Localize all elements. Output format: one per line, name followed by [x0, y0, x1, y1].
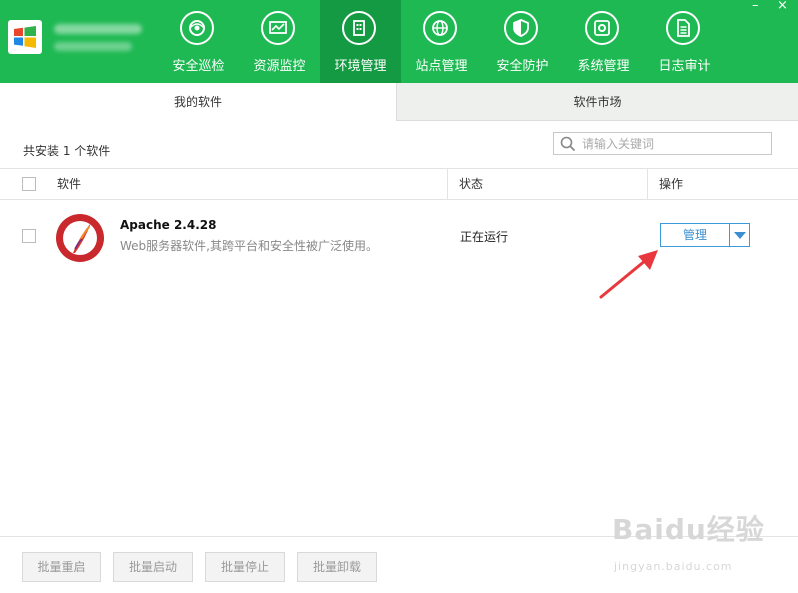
nav-system-management[interactable]: 系统管理: [563, 0, 644, 83]
select-all-checkbox[interactable]: [22, 177, 36, 191]
column-action: 操作: [659, 177, 684, 191]
manage-button[interactable]: 管理: [661, 224, 729, 246]
close-button[interactable]: ×: [777, 0, 788, 12]
gear-icon: [585, 11, 619, 45]
column-divider: [647, 169, 648, 199]
software-description: Web服务器软件,其跨平台和安全性被广泛使用。: [120, 239, 378, 253]
batch-uninstall-button[interactable]: 批量卸载: [297, 552, 377, 582]
nav-security-protection[interactable]: 安全防护: [482, 0, 563, 83]
monitor-icon: [261, 11, 295, 45]
shield-eye-icon: [180, 11, 214, 45]
main-nav: 安全巡检 资源监控 环境管理 站点管理 安全防护 系统管理 日志审计: [158, 0, 725, 83]
chevron-down-icon[interactable]: [730, 224, 749, 246]
column-divider: [447, 169, 448, 199]
batch-stop-button[interactable]: 批量停止: [205, 552, 285, 582]
column-software: 软件: [57, 177, 82, 191]
nav-security-inspection[interactable]: 安全巡检: [158, 0, 239, 83]
apache-feather-icon: [55, 213, 105, 266]
nav-label: 日志审计: [658, 59, 711, 74]
shield-icon: [504, 11, 538, 45]
table-header: 软件 状态 操作: [0, 168, 798, 200]
batch-start-button[interactable]: 批量启动: [113, 552, 193, 582]
nav-log-audit[interactable]: 日志审计: [644, 0, 725, 83]
batch-restart-button[interactable]: 批量重启: [22, 552, 101, 582]
tab-software-market[interactable]: 软件市场: [396, 83, 798, 121]
install-count: 共安装 1 个软件: [23, 144, 111, 158]
windows-logo-icon: [8, 20, 42, 54]
document-icon: [666, 11, 700, 45]
search-input[interactable]: [582, 135, 766, 152]
nav-label: 环境管理: [334, 59, 387, 74]
table-row: Apache 2.4.28 Web服务器软件,其跨平台和安全性被广泛使用。 正在…: [0, 200, 798, 270]
column-status: 状态: [459, 177, 484, 191]
red-arrow-annotation: [599, 250, 658, 299]
nav-label: 安全巡检: [172, 59, 225, 74]
nav-label: 资源监控: [253, 59, 306, 74]
server-name-blurred: [54, 24, 142, 34]
nav-label: 系统管理: [577, 59, 630, 74]
search-icon: [560, 136, 576, 155]
server-ip-blurred: [54, 42, 132, 51]
tab-my-software[interactable]: 我的软件: [0, 83, 396, 121]
search-box: [553, 132, 772, 155]
app-header: 安全巡检 资源监控 环境管理 站点管理 安全防护 系统管理 日志审计 – ×: [0, 0, 798, 83]
nav-label: 站点管理: [415, 59, 468, 74]
minimize-button[interactable]: –: [752, 0, 759, 12]
nav-environment-management[interactable]: 环境管理: [320, 0, 401, 83]
watermark-url: jingyan.baidu.com: [614, 560, 733, 573]
tab-bar: 我的软件 软件市场: [0, 83, 798, 121]
nav-label: 安全防护: [496, 59, 549, 74]
manage-split-button: 管理: [660, 223, 750, 247]
row-checkbox[interactable]: [22, 229, 36, 243]
globe-icon: [423, 11, 457, 45]
nav-site-management[interactable]: 站点管理: [401, 0, 482, 83]
software-name: Apache 2.4.28: [120, 218, 217, 232]
status-badge: 正在运行: [460, 230, 509, 244]
baidu-watermark: Baidu经验 jingyan.baidu.com: [612, 508, 765, 573]
nav-resource-monitor[interactable]: 资源监控: [239, 0, 320, 83]
building-icon: [342, 11, 376, 45]
watermark-brand: Baidu经验: [612, 513, 765, 546]
